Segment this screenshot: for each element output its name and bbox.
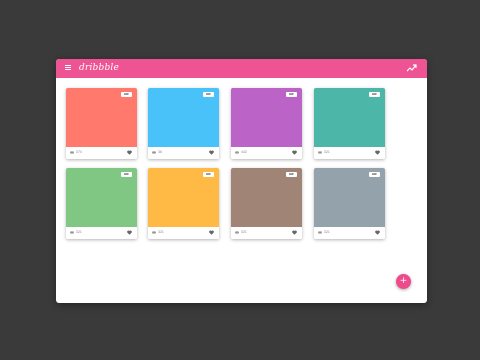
- eye-icon: [235, 151, 239, 154]
- shot-card[interactable]: GIF 321: [66, 168, 137, 239]
- gif-badge: GIF: [121, 172, 132, 177]
- eye-icon: [70, 231, 74, 234]
- shot-card[interactable]: GIF 321: [148, 168, 219, 239]
- add-shot-button[interactable]: +: [396, 274, 411, 289]
- shot-meta: 321: [231, 227, 302, 239]
- gif-badge: GIF: [369, 172, 380, 177]
- shot-meta: 321: [314, 227, 385, 239]
- shot-meta: 36: [148, 147, 219, 159]
- gif-badge: GIF: [286, 92, 297, 97]
- shot-card[interactable]: GIF 442: [231, 88, 302, 159]
- shot-meta: 321: [314, 147, 385, 159]
- gif-badge: GIF: [286, 172, 297, 177]
- shot-card[interactable]: GIF 36: [148, 88, 219, 159]
- shot-card[interactable]: GIF 321: [314, 88, 385, 159]
- gif-badge: GIF: [203, 172, 214, 177]
- shot-card[interactable]: GIF 374: [66, 88, 137, 159]
- app-logo[interactable]: dribbble: [79, 62, 119, 74]
- heart-icon[interactable]: [209, 150, 214, 155]
- view-count: 374: [76, 150, 82, 154]
- menu-icon[interactable]: [65, 65, 71, 70]
- heart-icon[interactable]: [292, 150, 297, 155]
- eye-icon: [318, 151, 322, 154]
- app-bar: dribbble: [56, 59, 427, 78]
- shot-meta: 321: [66, 227, 137, 239]
- view-count: 321: [76, 230, 82, 234]
- view-count: 321: [158, 230, 164, 234]
- heart-icon[interactable]: [209, 230, 214, 235]
- shot-card[interactable]: GIF 321: [314, 168, 385, 239]
- shot-meta: 321: [148, 227, 219, 239]
- view-count: 321: [324, 150, 330, 154]
- eye-icon: [235, 231, 239, 234]
- heart-icon[interactable]: [292, 230, 297, 235]
- view-count: 36: [158, 150, 162, 154]
- app-window: dribbble GIF 374 GIF 36 GIF 442 GIF 321 …: [56, 59, 427, 303]
- eye-icon: [318, 231, 322, 234]
- view-count: 321: [324, 230, 330, 234]
- shot-meta: 374: [66, 147, 137, 159]
- gif-badge: GIF: [203, 92, 214, 97]
- trending-up-icon[interactable]: [407, 64, 417, 72]
- eye-icon: [70, 151, 74, 154]
- plus-icon: +: [399, 276, 408, 286]
- eye-icon: [152, 151, 156, 154]
- view-count: 442: [241, 150, 247, 154]
- eye-icon: [152, 231, 156, 234]
- gif-badge: GIF: [121, 92, 132, 97]
- shot-meta: 442: [231, 147, 302, 159]
- shot-card[interactable]: GIF 321: [231, 168, 302, 239]
- gif-badge: GIF: [369, 92, 380, 97]
- heart-icon[interactable]: [127, 150, 132, 155]
- heart-icon[interactable]: [375, 150, 380, 155]
- view-count: 321: [241, 230, 247, 234]
- heart-icon[interactable]: [375, 230, 380, 235]
- heart-icon[interactable]: [127, 230, 132, 235]
